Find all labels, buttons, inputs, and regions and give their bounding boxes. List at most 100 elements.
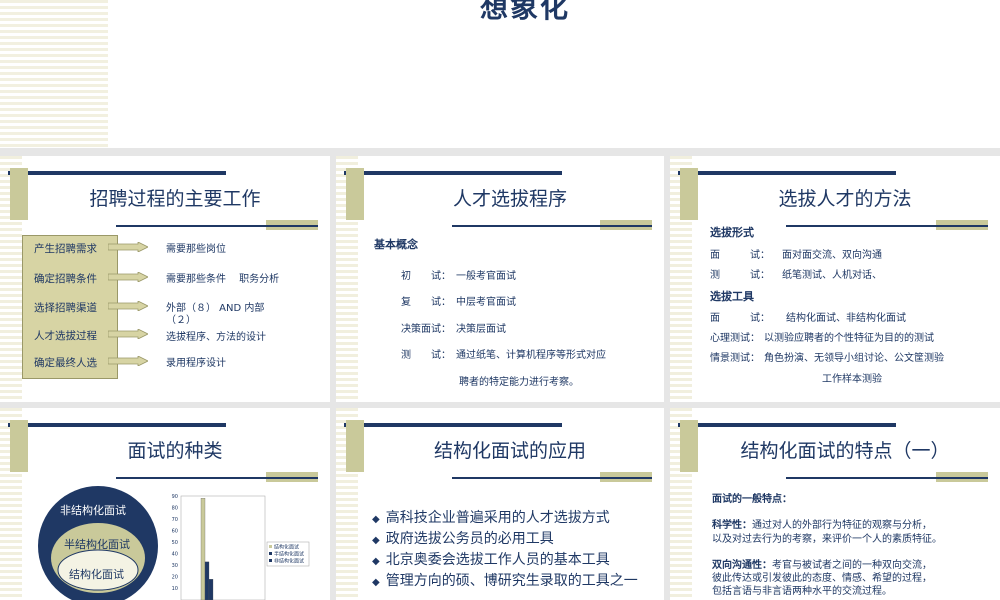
y-tick-label: 40: [172, 552, 178, 558]
y-tick-label: 20: [172, 575, 178, 581]
slide-title: 结构化面试的应用: [433, 440, 586, 462]
arrow-right-icon: [108, 356, 148, 366]
slide-olive-bar: [10, 168, 28, 220]
slide-title: 选拔人才的方法: [778, 188, 912, 210]
ring-label: 结构化面试: [69, 568, 124, 581]
slide-title-underline: [452, 477, 652, 479]
slide-title-underline: [786, 225, 988, 227]
diamond-bullet-icon: ◆: [372, 514, 380, 525]
arrow-right-icon: [108, 329, 148, 339]
top-slide[interactable]: 想象化: [0, 0, 1000, 148]
slide-top-line: [678, 423, 896, 427]
slide-thumbnail-5[interactable]: 结构化面试的应用 ◆ 高科技企业普遍采用的人才选拔方式 ◆ 政府选拔公务员的必用工具…: [336, 408, 664, 600]
row-label: 测 试：: [710, 270, 770, 281]
slide-top-line: [344, 423, 562, 427]
y-tick-label: 80: [172, 505, 178, 511]
process-desc: 外部（８） AND 内部 （２）: [166, 303, 265, 326]
row-label: 面 试：: [710, 250, 770, 261]
row-text: 一般考官面试: [456, 271, 516, 282]
process-step: 确定最终人选: [34, 357, 97, 369]
slide-olive-bar: [680, 420, 698, 472]
slide-olive-bar: [346, 420, 364, 472]
section-heading: 面试的一般特点：: [712, 494, 792, 505]
row-label: 决策面试：: [401, 324, 451, 335]
bullet-item: ◆ 政府选拔公务员的必用工具: [372, 528, 554, 548]
row-text: 中层考官面试: [456, 297, 516, 308]
arrow-right-icon: [108, 242, 148, 252]
slide-top-line: [678, 171, 896, 175]
legend-label: 半结构化面试: [274, 551, 304, 558]
slide-title: 面试的种类: [127, 440, 223, 462]
process-step: 产生招聘需求: [34, 243, 97, 255]
diamond-bullet-icon: ◆: [372, 535, 380, 546]
paragraph-continuation: 包括言语与非言语两种水平的交流过程。: [712, 586, 892, 597]
y-tick-label: 50: [172, 540, 178, 546]
arrow-right-icon: [108, 301, 148, 311]
process-step: 确定招聘条件: [34, 273, 97, 285]
row-label: 初 试：: [401, 271, 451, 282]
plot-area: [180, 495, 266, 600]
bullet-item: ◆ 高科技企业普遍采用的人才选拔方式: [372, 507, 610, 527]
row-text: 通过纸笔、计算机程序等形式对应: [456, 350, 606, 361]
row-text: 面对面交流、双向沟通: [782, 250, 882, 261]
bullet-item: ◆ 北京奥委会选拔工作人员的基本工具: [372, 549, 610, 569]
row-label: 面 试：: [710, 313, 770, 324]
row-label: 心理测试：: [710, 333, 760, 344]
slide-thumbnail-1[interactable]: 招聘过程的主要工作 产生招聘需求 确定招聘条件 选择招聘渠道 人才选拔过程 确定…: [0, 156, 330, 402]
row-text: 角色扮演、无领导小组讨论、公文筐测验: [764, 353, 944, 364]
slide-olive-bar: [10, 420, 28, 472]
ring-label: 非结构化面试: [60, 504, 126, 517]
bullet-item: ◆ 管理方向的硕、博研究生录取的工具之一: [372, 570, 638, 590]
legend-label: 非结构化面试: [274, 558, 304, 565]
slide-thumbnail-2[interactable]: 人才选拔程序 基本概念 初 试： 一般考官面试 复 试： 中层考官面试 决策面试…: [336, 156, 664, 402]
bar-2: [204, 561, 210, 600]
row-continuation: 工作样本测验: [822, 374, 882, 385]
slide-thumbnail-3[interactable]: 选拔人才的方法 选拔形式 面 试： 面对面交流、双向沟通 测 试： 纸笔测试、人…: [670, 156, 1000, 402]
bullet-text: 管理方向的硕、博研究生录取的工具之一: [385, 573, 638, 589]
bullet-text: 高科技企业普遍采用的人才选拔方式: [385, 510, 610, 526]
row-label: 情景测试：: [710, 353, 760, 364]
diamond-bullet-icon: ◆: [372, 556, 380, 567]
slide-thumbnail-4[interactable]: 面试的种类 非结构化面试 半结构化面试 结构化面试 90 80 70 60 50 40 30…: [0, 408, 330, 600]
process-desc: 选拔程序、方法的设计: [166, 332, 266, 343]
process-step: 人才选拔过程: [34, 330, 97, 342]
bullet-text: 政府选拔公务员的必用工具: [385, 531, 554, 547]
slide-title-underline: [116, 225, 318, 227]
slide-title: 结构化面试的特点（一）: [740, 440, 950, 462]
slide-title-underline: [452, 225, 652, 227]
legend-swatch: [269, 559, 272, 562]
paragraph-continuation: 以及对过去行为的考察，来评价一个人的素质特征。: [712, 534, 942, 545]
process-desc: 需要那些岗位: [166, 244, 226, 255]
row-text: 结构化面试、非结构化面试: [786, 313, 906, 324]
slide-olive-bar: [346, 168, 364, 220]
bar-1: [200, 498, 206, 600]
slide-title-underline: [116, 477, 318, 479]
slide-thumbnail-6[interactable]: 结构化面试的特点（一） 面试的一般特点： 科学性：通过对人的外部行为特征的观察与…: [670, 408, 1000, 600]
section-heading: 基本概念: [374, 238, 418, 251]
process-step: 选择招聘渠道: [34, 302, 97, 314]
paragraph-line: 科学性：通过对人的外部行为特征的观察与分析，: [712, 516, 932, 531]
row-label: 复 试：: [401, 297, 451, 308]
slide-olive-bar: [680, 168, 698, 220]
bullet-text: 北京奥委会选拔工作人员的基本工具: [385, 552, 610, 568]
y-tick-label: 10: [172, 586, 178, 592]
decorative-stripes: [0, 0, 108, 148]
slide-title: 招聘过程的主要工作: [89, 188, 261, 210]
bar-3: [208, 579, 214, 600]
slide-top-line: [8, 171, 226, 175]
arrow-right-icon: [108, 272, 148, 282]
slide-title-underline: [786, 477, 988, 479]
section-heading: 选拔形式: [710, 226, 754, 239]
row-text: 决策层面试: [456, 324, 506, 335]
slide-title: 人才选拔程序: [452, 188, 567, 210]
legend-swatch: [269, 552, 272, 555]
row-continuation: 聘者的特定能力进行考察。: [459, 377, 579, 388]
legend-label: 结构化面试: [274, 544, 299, 551]
row-text: 纸笔测试、人机对话、: [782, 270, 882, 281]
y-tick-label: 30: [172, 563, 178, 569]
top-slide-title: 想象化: [480, 0, 571, 24]
ring-label: 半结构化面试: [64, 538, 130, 551]
section-heading: 选拔工具: [710, 290, 754, 303]
slide-top-line: [344, 171, 562, 175]
diamond-bullet-icon: ◆: [372, 577, 380, 588]
